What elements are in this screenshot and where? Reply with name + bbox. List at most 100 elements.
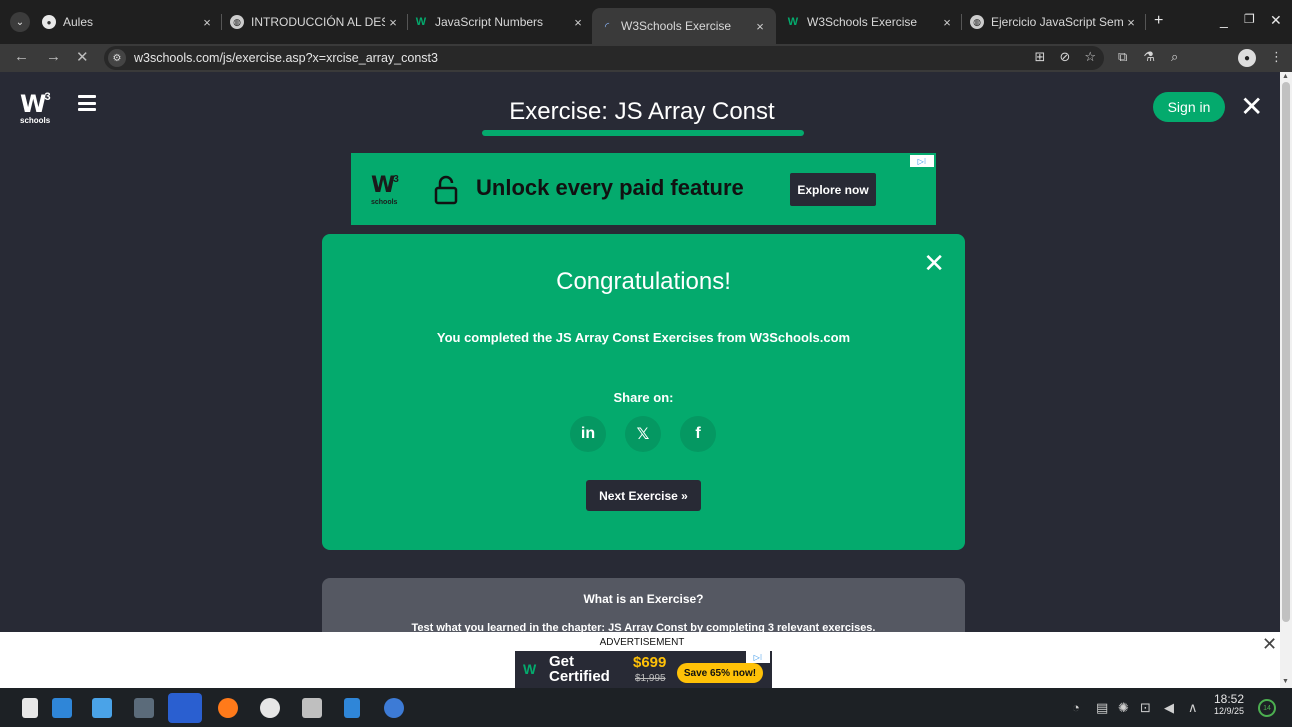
tab-label: Ejercicio JavaScript Seman [991,15,1123,29]
stop-loading-icon[interactable]: ✕ [76,48,89,66]
page-scrollbar[interactable]: ▲ ▼ [1280,72,1292,688]
unlock-icon [434,175,458,205]
ad-logo-sub: schools [371,199,398,206]
scroll-thumb[interactable] [1282,82,1290,622]
ad-price: $699 [633,654,667,671]
restore-icon[interactable]: ❐ [1244,12,1255,26]
tray-expand-icon[interactable]: ∧ [1188,700,1198,716]
globe-icon: ◍ [230,15,244,29]
tab-close-icon[interactable]: × [385,15,401,30]
tab-aules[interactable]: ● Aules × [42,8,222,36]
tab-separator [1145,14,1146,30]
congrats-title: Congratulations! [556,268,731,295]
ad-choices-icon[interactable]: ▷⁝ [746,651,770,663]
translate-icon[interactable]: ⊞ [1035,49,1046,65]
scroll-down-icon[interactable]: ▼ [1282,678,1289,685]
minimize-icon[interactable]: _ [1220,12,1228,28]
back-icon[interactable]: ← [14,48,29,65]
firefox-icon[interactable] [218,698,238,718]
ad-w3-logo: W [523,661,537,677]
congrats-message: You completed the JS Array Const Exercis… [436,330,851,345]
extensions-icon[interactable]: ⧉ [1118,49,1127,65]
volume-tray-icon[interactable]: ◀ [1164,700,1174,716]
clock-date: 12/9/25 [1214,706,1245,716]
tab-search-chevron-icon[interactable]: ⌄ [10,12,30,32]
save-now-button[interactable]: Save 65% now! [677,663,763,683]
close-ad-icon[interactable]: ✕ [1262,634,1277,655]
notifications-badge[interactable]: 14 [1258,699,1276,717]
tab-label: W3Schools Exercise [621,19,732,33]
explore-now-button[interactable]: Explore now [790,173,876,206]
share-facebook-button[interactable]: f [680,416,716,452]
tab-w3schools-exercise[interactable]: W W3Schools Exercise × [786,8,962,36]
share-x-button[interactable]: 𝕏 [625,416,661,452]
browser-tab-strip: ⌄ ● Aules × ◍ INTRODUCCIÓN AL DESAR × W … [0,0,1292,44]
ad-old-price: $1,995 [635,673,666,684]
system-clock[interactable]: 18:52 12/9/25 [1214,693,1244,717]
tab-w3schools-exercise-active[interactable]: ◜ W3Schools Exercise × [592,8,776,44]
tab-label: JavaScript Numbers [435,15,544,29]
loading-icon: ◜ [604,20,610,33]
tab-label: W3Schools Exercise [807,15,918,29]
vscode-icon[interactable] [384,698,404,718]
profile-avatar[interactable]: ● [1238,49,1256,67]
gimp-icon[interactable] [260,698,280,718]
scroll-up-icon[interactable]: ▲ [1282,73,1289,80]
file-manager-icon[interactable] [92,698,112,718]
next-exercise-button[interactable]: Next Exercise » [586,480,701,511]
bookmark-star-icon[interactable]: ☆ [1084,49,1096,65]
brightness-tray-icon[interactable]: ✺ [1118,700,1129,716]
tab-introduccion[interactable]: ◍ INTRODUCCIÓN AL DESAR × [230,8,408,36]
ad-choices-icon[interactable]: ▷⁝ [910,155,934,167]
steam-tray-icon[interactable]: ◔ [1072,700,1080,715]
tab-ejercicio[interactable]: ◍ Ejercicio JavaScript Seman × [970,8,1146,36]
tracking-protection-icon[interactable]: ⊘ [1059,49,1070,65]
close-exercise-icon[interactable]: ✕ [1240,90,1263,123]
labs-icon[interactable]: ⚗ [1143,49,1155,65]
ad-headline: Unlock every paid feature [476,175,744,200]
clock-time: 18:52 [1214,692,1245,706]
address-url[interactable]: w3schools.com/js/exercise.asp?x=xrcise_a… [134,51,438,65]
forward-icon[interactable]: → [46,48,61,65]
kebab-menu-icon[interactable]: ⋮ [1270,49,1283,65]
tab-javascript-numbers[interactable]: W JavaScript Numbers × [414,8,586,36]
address-bar[interactable]: ⚙ w3schools.com/js/exercise.asp?x=xrcise… [104,46,1104,70]
tab-close-icon[interactable]: × [752,19,768,34]
share-linkedin-button[interactable]: in [570,416,606,452]
bottom-advertisement-bar: ADVERTISEMENT ✕ W Get Certified $699 $1,… [0,632,1280,689]
linkedin-icon: in [580,425,596,442]
title-underline [482,130,804,136]
os-taskbar: ◔ ▤ ✺ ⊡ ◀ ∧ 18:52 12/9/25 14 [0,688,1292,727]
file-icon[interactable] [22,698,38,718]
site-info-icon[interactable]: ⚙ [108,49,126,67]
ad-get: Get [549,653,575,670]
page-title: Exercise: JS Array Const [509,98,775,125]
get-certified-ad[interactable]: W Get Certified $699 $1,995 Save 65% now… [515,651,772,689]
settings-icon[interactable] [134,698,154,718]
sign-in-button[interactable]: Sign in [1153,92,1225,122]
ad-certified: Certified [549,668,610,685]
w3schools-icon: W [787,16,799,28]
tab-close-icon[interactable]: × [1123,15,1139,30]
chrome-icon[interactable] [168,693,202,723]
get-certified-text: Get Certified [549,654,610,684]
search-icon[interactable]: ⌕ [1171,49,1178,65]
ad-logo-sup: 3 [393,174,399,185]
tab-close-icon[interactable]: × [939,15,955,30]
tab-close-icon[interactable]: × [570,15,586,30]
share-label: Share on: [613,390,674,405]
app-launcher-icon[interactable] [52,698,72,718]
ad-w3schools-logo: W3 schools [371,173,399,206]
window-close-icon[interactable]: ✕ [1270,12,1282,29]
document-icon[interactable] [344,698,360,718]
new-tab-icon[interactable]: + [1154,12,1163,30]
tab-close-icon[interactable]: × [199,15,215,30]
clipboard-tray-icon[interactable]: ▤ [1096,700,1108,716]
tab-separator [961,14,962,30]
top-advertisement[interactable]: W3 schools Unlock every paid feature Exp… [351,153,936,225]
network-tray-icon[interactable]: ⊡ [1140,700,1151,716]
screenshot-icon[interactable] [302,698,322,718]
ad-logo-letter: W [371,173,395,198]
advertisement-label: ADVERTISEMENT [599,637,685,648]
x-icon: 𝕏 [636,426,650,443]
